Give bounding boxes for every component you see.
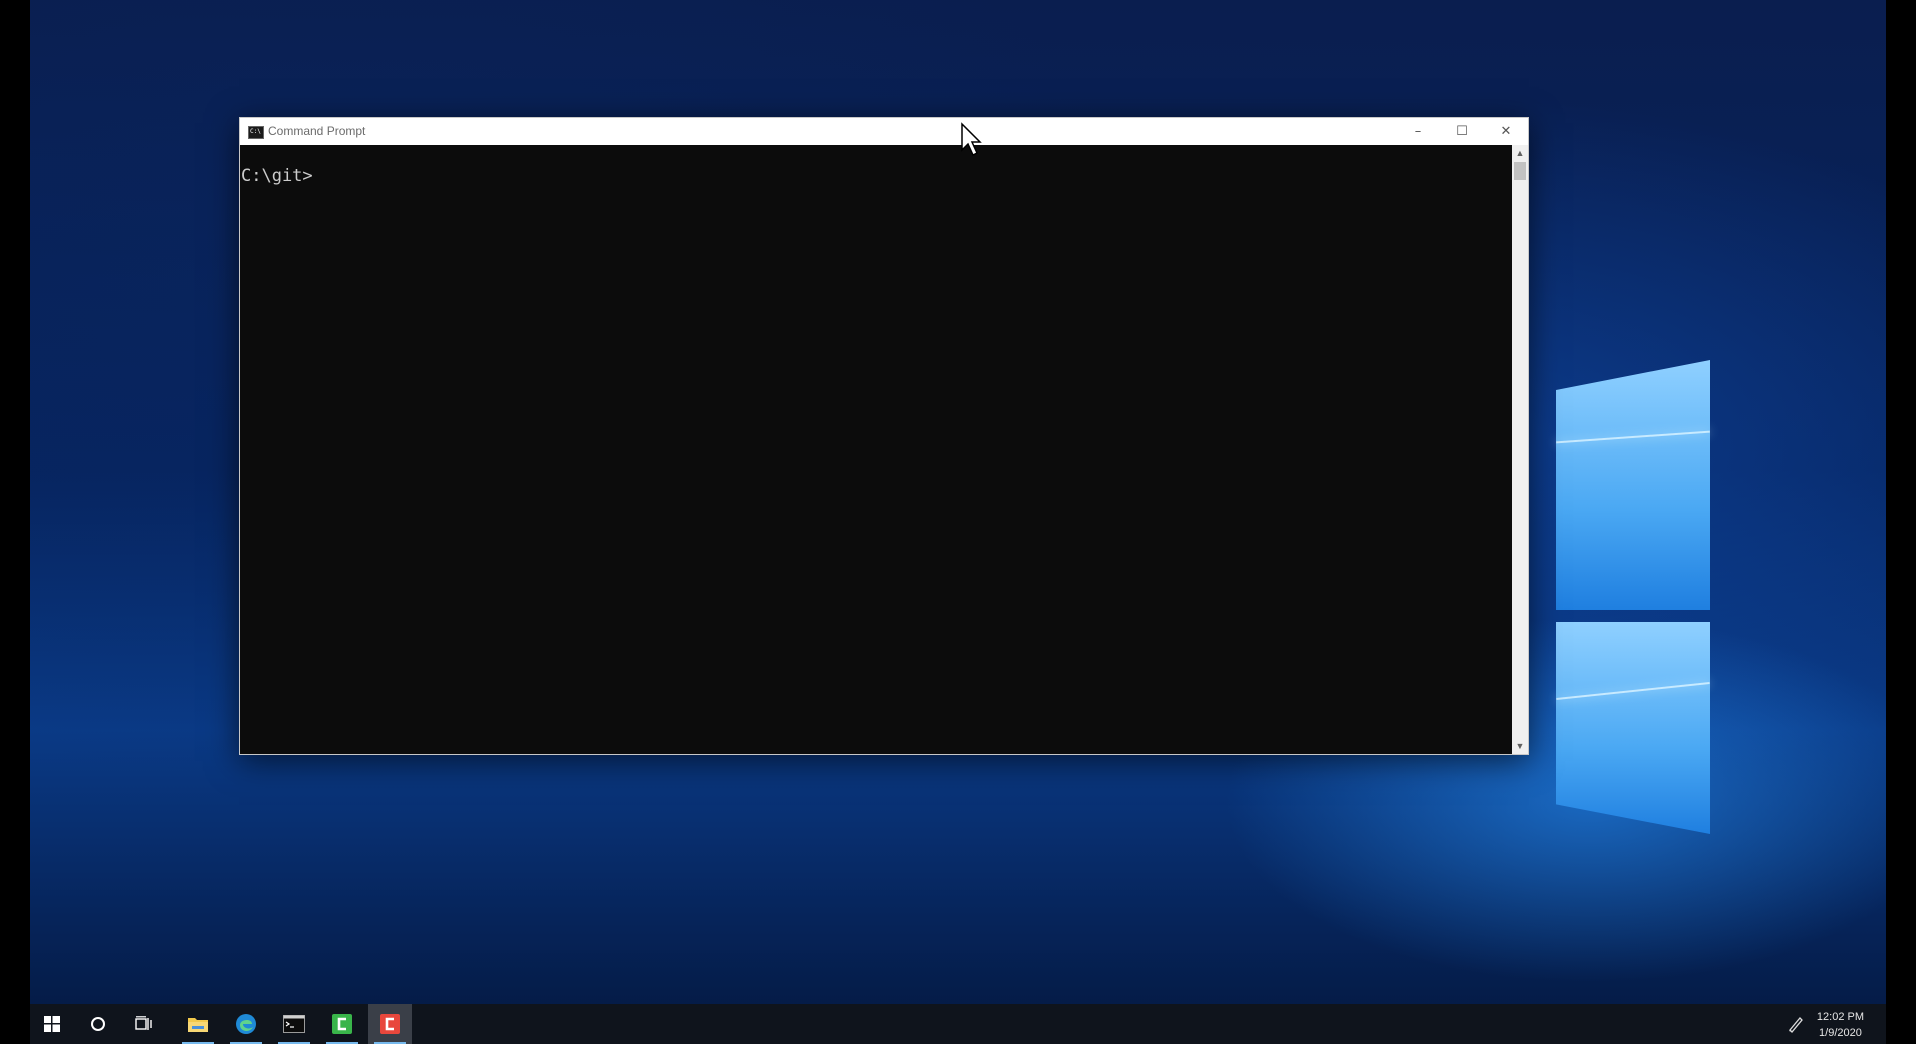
taskbar-file-explorer[interactable] [176,1004,220,1044]
windows-ink-pen-icon[interactable] [1786,1014,1806,1034]
taskbar-red-app[interactable] [368,1004,412,1044]
clock-time: 12:02 PM [1816,1011,1864,1023]
taskbar-green-app[interactable] [320,1004,364,1044]
taskbar-command-prompt[interactable] [272,1004,316,1044]
command-prompt-icon [283,1015,305,1033]
task-view-button[interactable] [122,1004,166,1044]
logo-pane-bottom [1556,622,1710,834]
search-button[interactable] [76,1004,120,1044]
windows-start-icon [44,1016,60,1032]
taskbar-edge[interactable] [224,1004,268,1044]
maximize-button[interactable]: ☐ [1440,118,1484,145]
start-button[interactable] [30,1004,74,1044]
minimize-button[interactable]: – [1396,118,1440,145]
windows-logo-wallpaper [1556,340,1738,834]
scroll-down-arrow-icon[interactable]: ▼ [1512,738,1528,754]
clock-date: 1/9/2020 [1819,1027,1862,1039]
system-clock[interactable]: 12:02 PM 1/9/2020 [1817,1009,1864,1041]
command-prompt-window[interactable]: C:\ Command Prompt – ☐ ✕ C:\git> ▲ ▼ [239,117,1529,755]
edge-browser-icon [236,1014,256,1034]
task-view-icon [135,1016,152,1030]
scroll-thumb[interactable] [1514,162,1526,180]
cortana-search-icon [91,1017,105,1031]
mouse-pointer-icon [961,122,982,157]
logo-pane-top [1556,360,1710,610]
vertical-scrollbar[interactable]: ▲ ▼ [1512,145,1528,754]
command-prompt-window-icon[interactable]: C:\ [248,126,264,139]
red-app-icon [380,1014,400,1034]
close-button[interactable]: ✕ [1484,118,1528,145]
window-title: Command Prompt [268,124,366,138]
scroll-up-arrow-icon[interactable]: ▲ [1512,145,1528,161]
taskbar: 12:02 PM 1/9/2020 [30,1004,1886,1044]
console-area[interactable]: C:\git> [240,145,1512,754]
console-prompt: C:\git> [241,166,313,186]
title-bar[interactable]: C:\ Command Prompt – ☐ ✕ [240,118,1528,145]
file-explorer-icon [188,1018,208,1032]
green-app-icon [332,1014,352,1034]
